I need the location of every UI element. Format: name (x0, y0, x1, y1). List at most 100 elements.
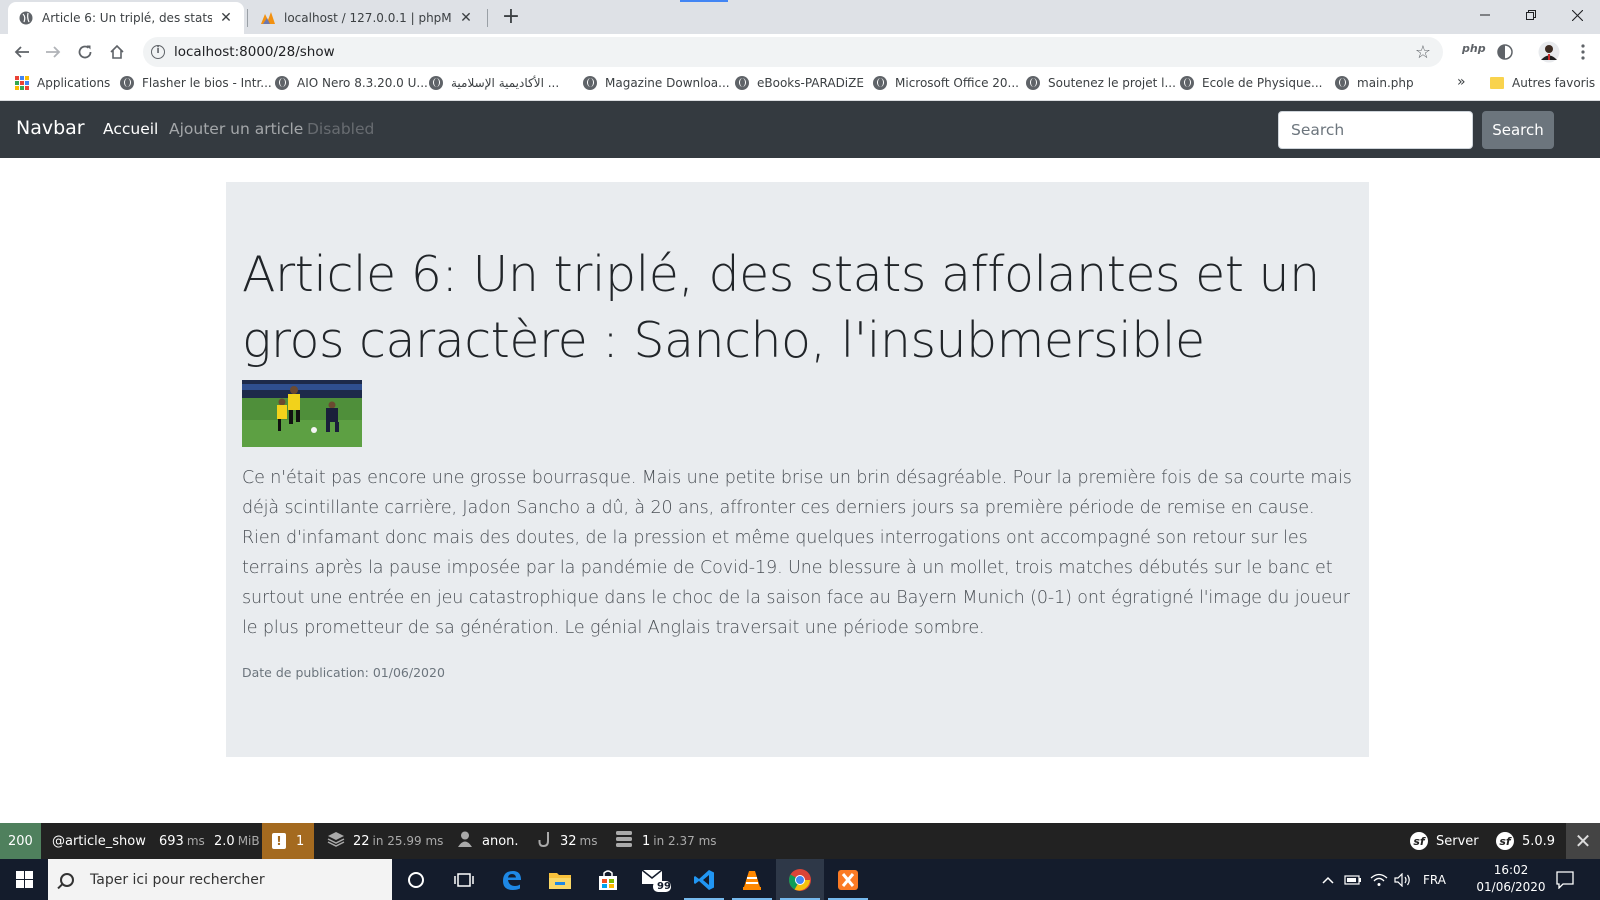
bookmark-label: main.php (1357, 76, 1414, 90)
taskbar-search-box[interactable]: Taper ici pour rechercher (48, 859, 392, 900)
folder-icon (1490, 77, 1504, 89)
navbar-brand[interactable]: Navbar (16, 117, 85, 139)
wifi-icon[interactable] (1370, 859, 1388, 900)
action-center-icon[interactable] (1556, 859, 1574, 900)
bookmark-label: Magazine Downloa... (605, 76, 730, 90)
other-bookmarks-folder[interactable]: Autres favoris (1490, 76, 1595, 90)
symfony-version-indicator[interactable]: sf 5.0.9 (1496, 823, 1555, 859)
bookmark-star-icon[interactable]: ☆ (1415, 42, 1431, 63)
new-tab-button[interactable]: + (497, 4, 525, 32)
mail-icon[interactable]: 99+ (632, 859, 680, 900)
bookmark-item[interactable]: Microsoft Office 20... (873, 76, 1019, 90)
globe-icon (1335, 76, 1349, 90)
xampp-icon[interactable] (824, 859, 872, 900)
bookmark-item[interactable]: Soutenez le projet l... (1026, 76, 1176, 90)
menu-kebab-icon[interactable] (1568, 37, 1598, 67)
browser-toolbar: i localhost:8000/28/show ☆ php (0, 34, 1600, 70)
bookmark-applications[interactable]: Applications (15, 76, 110, 90)
start-button[interactable] (0, 859, 48, 900)
site-info-icon[interactable]: i (151, 45, 165, 59)
home-icon[interactable] (102, 37, 132, 67)
dark-mode-extension-icon[interactable] (1490, 37, 1520, 67)
memory-indicator[interactable]: 2.0 MiB (214, 823, 260, 859)
events-indicator[interactable]: 32 ms (538, 823, 598, 859)
bookmark-label: Microsoft Office 20... (895, 76, 1019, 90)
nav-link-ajouter-article[interactable]: Ajouter un article (169, 120, 303, 138)
taskbar-clock[interactable]: 16:02 01/06/2020 (1476, 862, 1546, 896)
close-window-button[interactable] (1554, 0, 1600, 30)
windows-logo-icon (15, 871, 33, 888)
php-extension-icon[interactable]: php (1462, 42, 1486, 55)
bookmark-item[interactable]: eBooks-PARADiZE (735, 76, 864, 90)
tab-close-icon[interactable]: ✕ (218, 10, 234, 26)
search-icon (60, 872, 74, 887)
twig-templates-indicator[interactable]: 22 in 25.99 ms (327, 823, 443, 859)
bookmarks-overflow-button[interactable]: » (1457, 74, 1466, 90)
store-icon[interactable] (584, 859, 632, 900)
vlc-icon[interactable] (728, 859, 776, 900)
globe-icon (583, 76, 597, 90)
bookmark-item[interactable]: AIO Nero 8.3.20.0 U... (275, 76, 428, 90)
minimize-button[interactable] (1462, 0, 1508, 30)
battery-icon[interactable] (1344, 859, 1362, 900)
search-input[interactable] (1278, 111, 1473, 149)
back-icon[interactable] (7, 37, 37, 67)
bookmark-label: الأكاديمية الإسلامية ... (451, 76, 560, 90)
bookmark-item[interactable]: main.php (1335, 76, 1414, 90)
globe-icon (873, 76, 887, 90)
user-indicator[interactable]: anon. (458, 823, 519, 859)
mail-badge: 99+ (657, 881, 680, 892)
bookmark-item[interactable]: الأكاديمية الإسلامية ... (429, 76, 559, 90)
warnings-indicator[interactable]: ! 1 (262, 823, 315, 859)
forward-icon[interactable] (38, 37, 68, 67)
tab-phpmyadmin[interactable]: localhost / 127.0.0.1 | phpMyAdm ✕ (250, 2, 484, 34)
file-explorer-icon[interactable] (536, 859, 584, 900)
chrome-icon[interactable] (776, 859, 824, 900)
search-button[interactable]: Search (1482, 111, 1554, 149)
task-view-icon[interactable] (440, 859, 488, 900)
bookmark-item[interactable]: Ecole de Physique... (1180, 76, 1322, 90)
article-body: Ce n'était pas encore une grosse bourras… (242, 468, 1352, 638)
nav-link-accueil[interactable]: Accueil (103, 120, 158, 138)
bookmarks-bar: Applications Flasher le bios - Intr... A… (0, 70, 1600, 101)
profile-avatar-icon[interactable] (1534, 37, 1564, 67)
restore-button[interactable] (1508, 0, 1554, 30)
request-time-indicator[interactable]: 693 ms (159, 823, 205, 859)
address-bar[interactable]: i localhost:8000/28/show ☆ (143, 37, 1443, 67)
globe-icon (275, 76, 289, 90)
bookmark-label: AIO Nero 8.3.20.0 U... (297, 76, 428, 90)
database-indicator[interactable]: 1 in 2.37 ms (616, 823, 717, 859)
cortana-icon[interactable] (392, 859, 440, 900)
bookmark-item[interactable]: Flasher le bios - Intr... (120, 76, 272, 90)
bookmark-label: Ecole de Physique... (1202, 76, 1323, 90)
show-hidden-icons-icon[interactable] (1322, 859, 1334, 900)
bookmark-label: Applications (37, 76, 111, 90)
server-indicator[interactable]: sf Server (1410, 823, 1479, 859)
volume-icon[interactable] (1394, 859, 1412, 900)
exclamation-icon: ! (272, 833, 286, 849)
tab-close-icon[interactable]: ✕ (458, 10, 474, 26)
site-navbar: Navbar Accueil Ajouter un article Disabl… (0, 101, 1600, 158)
reload-icon[interactable] (70, 37, 100, 67)
symfony-debug-toolbar: 200 @article_show 693 ms 2.0 MiB ! 1 22 in … (0, 823, 1600, 859)
language-indicator[interactable]: FRA (1423, 859, 1446, 900)
globe-icon (1026, 76, 1040, 90)
clock-date: 01/06/2020 (1476, 880, 1546, 894)
bookmark-item[interactable]: Magazine Downloa... (583, 76, 730, 90)
vscode-icon[interactable] (680, 859, 728, 900)
route-indicator[interactable]: @article_show (52, 823, 146, 859)
bookmark-label: eBooks-PARADiZE (757, 76, 864, 90)
article-jumbotron: Article 6: Un triplé, des stats affolant… (226, 182, 1369, 757)
tab-separator (247, 9, 248, 27)
tab-article[interactable]: Article 6: Un triplé, des stats affol ✕ (8, 2, 244, 34)
taskbar-search-placeholder: Taper ici pour rechercher (90, 871, 265, 888)
address-url[interactable]: localhost:8000/28/show (174, 44, 335, 60)
close-toolbar-icon[interactable]: ✕ (1566, 823, 1600, 859)
database-icon (616, 831, 632, 851)
globe-icon (1180, 76, 1194, 90)
windows-taskbar: Taper ici pour rechercher 99+ FRA 16:02 … (0, 859, 1600, 900)
other-bookmarks-label: Autres favoris (1512, 76, 1596, 90)
status-code-badge[interactable]: 200 (0, 823, 41, 859)
edge-icon[interactable] (488, 859, 536, 900)
globe-icon (735, 76, 749, 90)
